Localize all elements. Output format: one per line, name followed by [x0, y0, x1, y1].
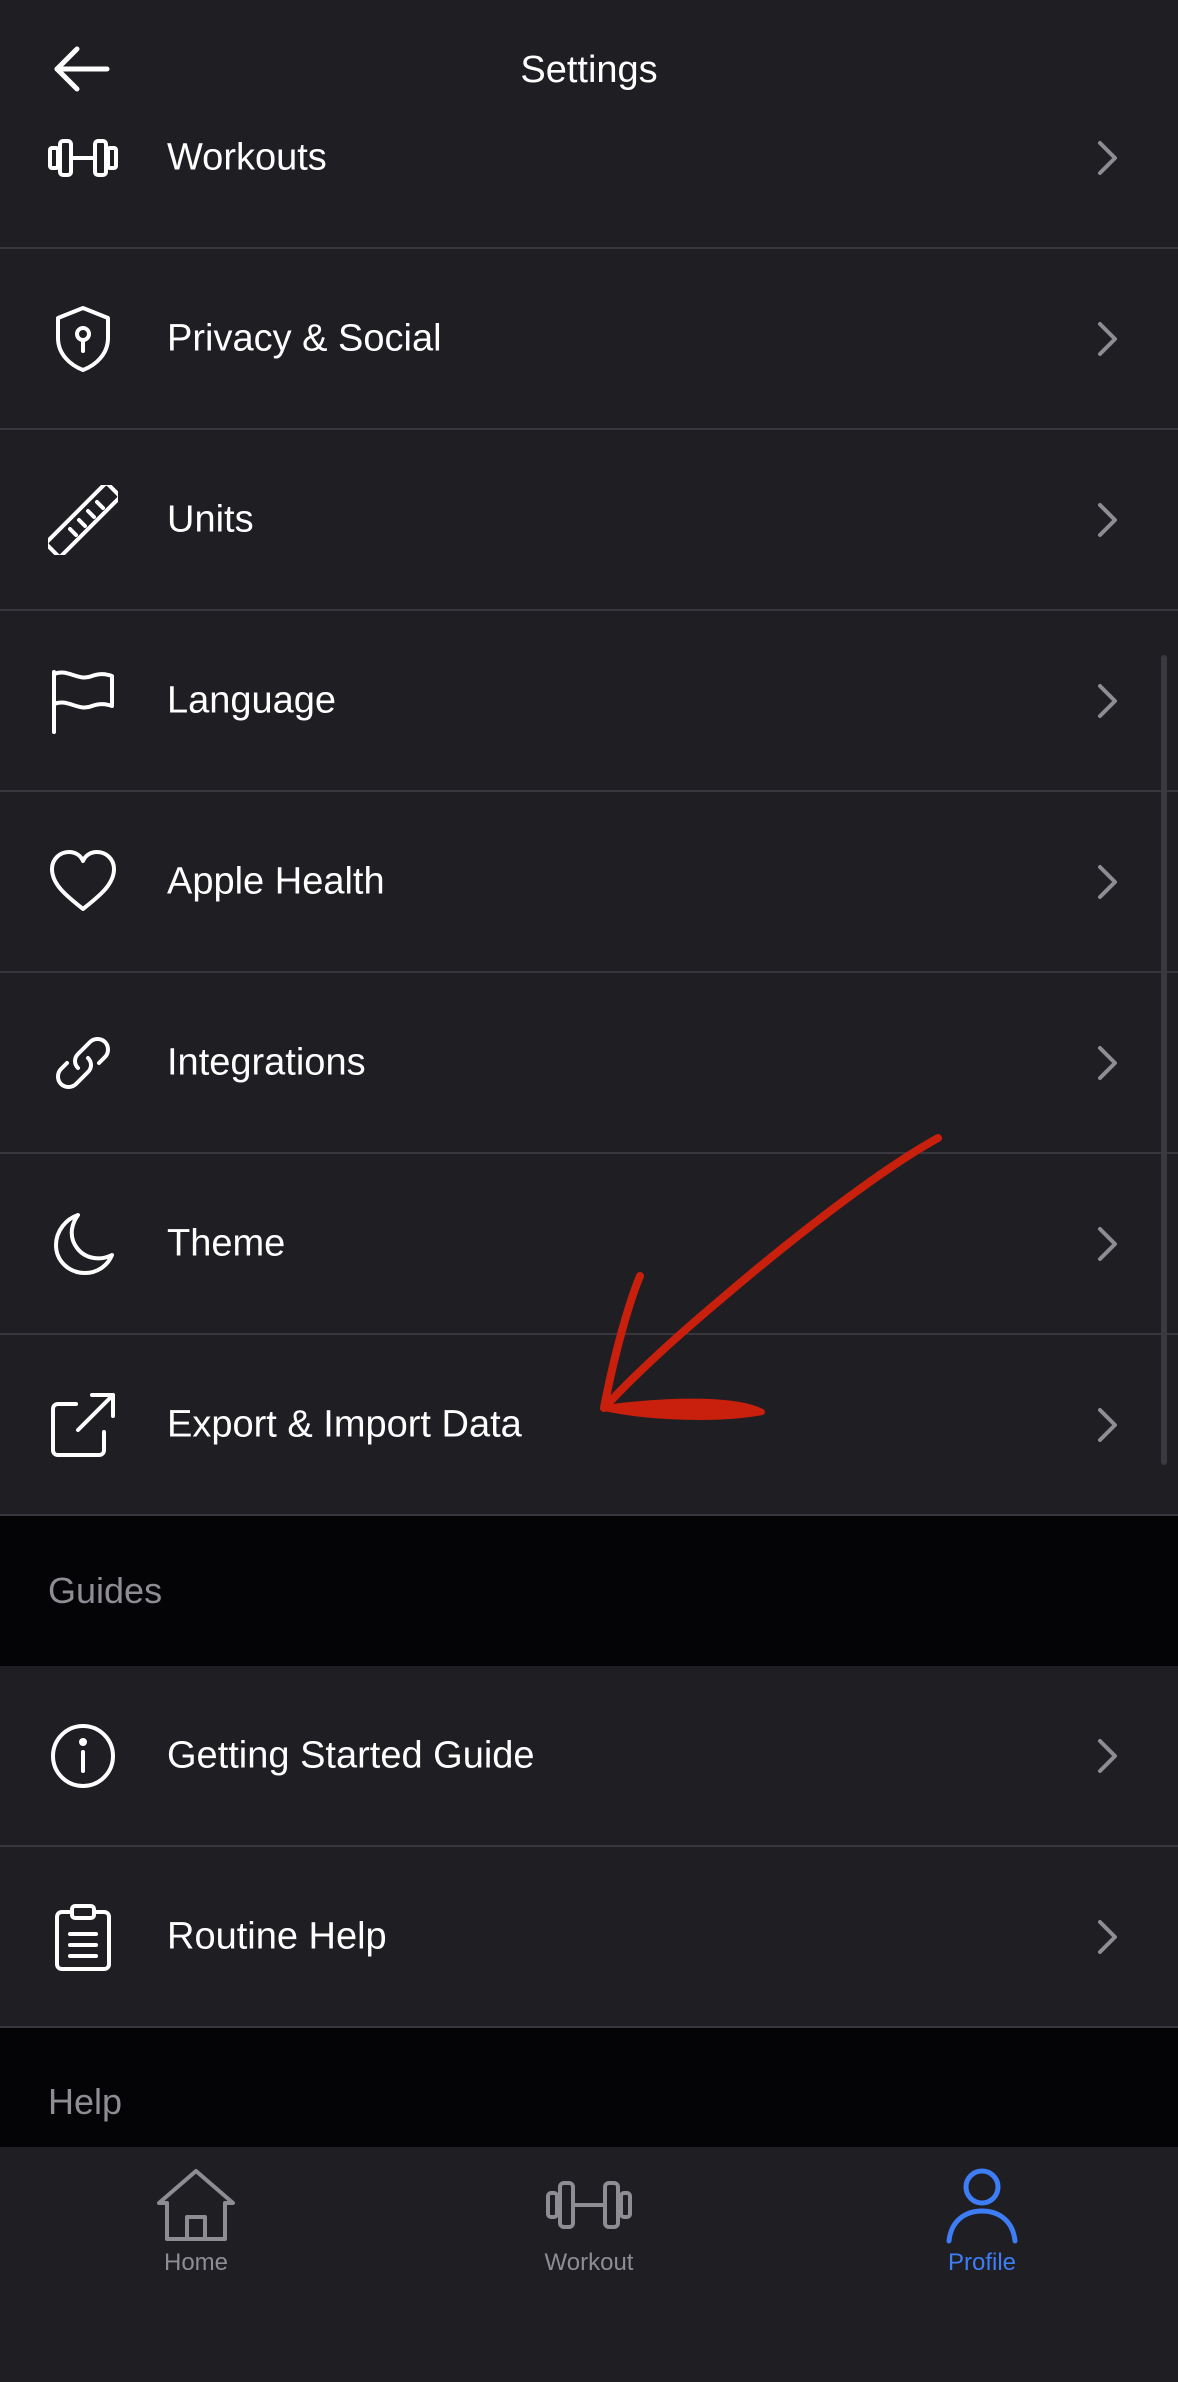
settings-row-label: Routine Help	[167, 1915, 387, 1957]
section-label: Help	[48, 2081, 123, 2122]
chevron-right-icon	[1092, 500, 1122, 540]
settings-row-routine-help[interactable]: Routine Help	[0, 1847, 1178, 2028]
chevron-right-icon	[1092, 138, 1122, 178]
info-icon	[48, 1721, 118, 1791]
bottom-tab-bar: Home Workout Profile	[0, 2147, 1178, 2382]
settings-row-label: Getting Started Guide	[167, 1734, 535, 1776]
tab-profile[interactable]: Profile	[882, 2165, 1082, 2295]
top-nav-bar: Settings	[0, 0, 1178, 140]
flag-icon	[48, 666, 118, 736]
person-icon	[946, 2168, 1018, 2244]
settings-row-privacy-social[interactable]: Privacy & Social	[0, 249, 1178, 430]
section-label: Guides	[48, 1570, 163, 1611]
tab-home[interactable]: Home	[96, 2165, 296, 2295]
settings-row-label: Privacy & Social	[167, 317, 442, 359]
moon-icon	[48, 1209, 118, 1279]
tab-workout[interactable]: Workout	[489, 2165, 689, 2295]
shield-keyhole-icon	[48, 304, 118, 374]
settings-row-label: Export & Import Data	[167, 1403, 522, 1445]
home-icon	[157, 2169, 235, 2241]
ruler-icon	[44, 481, 122, 558]
tab-label: Profile	[947, 2249, 1017, 2276]
settings-row-getting-started-guide[interactable]: Getting Started Guide	[0, 1666, 1178, 1847]
settings-row-units[interactable]: Units	[0, 430, 1178, 611]
settings-row-integrations[interactable]: Integrations	[0, 973, 1178, 1154]
chevron-right-icon	[1092, 1405, 1122, 1445]
settings-row-apple-health[interactable]: Apple Health	[0, 792, 1178, 973]
settings-row-theme[interactable]: Theme	[0, 1154, 1178, 1335]
tab-label: Home	[163, 2249, 229, 2276]
tab-label: Workout	[544, 2249, 634, 2276]
settings-row-label: Apple Health	[167, 860, 385, 902]
chevron-right-icon	[1092, 681, 1122, 721]
dumbbell-icon	[546, 2181, 632, 2229]
settings-row-label: Integrations	[167, 1041, 366, 1083]
clipboard-icon	[48, 1902, 118, 1972]
settings-row-language[interactable]: Language	[0, 611, 1178, 792]
chevron-right-icon	[1092, 1224, 1122, 1264]
section-header-guides: Guides	[0, 1516, 1178, 1666]
settings-row-export-import-data[interactable]: Export & Import Data	[0, 1335, 1178, 1516]
chevron-right-icon	[1092, 862, 1122, 902]
scrollbar[interactable]	[1161, 655, 1167, 1465]
link-icon	[48, 1028, 118, 1098]
settings-list: Workouts Privacy & Social Units Language…	[0, 68, 1178, 2228]
settings-row-label: Units	[167, 498, 254, 540]
chevron-right-icon	[1092, 1043, 1122, 1083]
chevron-right-icon	[1092, 319, 1122, 359]
chevron-right-icon	[1092, 1917, 1122, 1957]
settings-row-label: Workouts	[167, 136, 327, 178]
settings-row-label: Theme	[167, 1222, 286, 1264]
chevron-right-icon	[1092, 1736, 1122, 1776]
page-title: Settings	[520, 49, 658, 91]
external-link-icon	[48, 1390, 118, 1460]
heart-icon	[48, 847, 118, 917]
settings-row-label: Language	[167, 679, 337, 721]
